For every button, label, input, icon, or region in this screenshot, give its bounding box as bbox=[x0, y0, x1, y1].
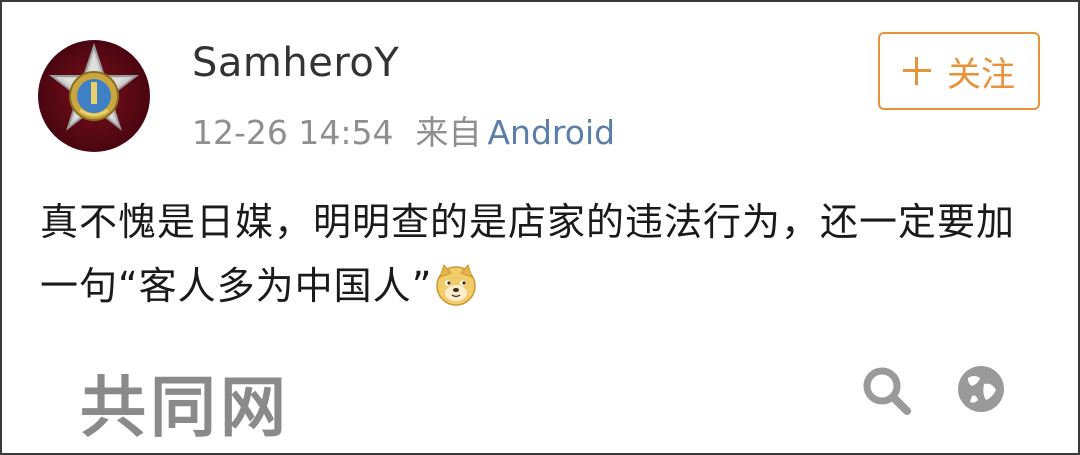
post-body: 真不愧是日媒，明明查的是店家的违法行为，还一定要加一句“客人多为中国人” bbox=[40, 190, 1050, 318]
avatar[interactable] bbox=[38, 40, 150, 152]
embedded-image-watermark: 共同网 bbox=[80, 369, 290, 446]
source-link[interactable]: Android bbox=[487, 113, 615, 152]
doge-icon bbox=[436, 264, 477, 306]
weibo-post-card: SamheroY 12-26 14:54 来自 Android 关注 真不愧是日媒，… bbox=[0, 0, 1080, 455]
globe-icon bbox=[958, 366, 1004, 412]
plus-icon bbox=[903, 57, 931, 85]
timestamp: 12-26 14:54 bbox=[192, 113, 394, 152]
follow-button[interactable]: 关注 bbox=[878, 32, 1040, 110]
post-text: 真不愧是日媒，明明查的是店家的违法行为，还一定要加一句“客人多为中国人” bbox=[40, 200, 1016, 308]
source-prefix: 来自 bbox=[415, 113, 482, 152]
order-medal-icon bbox=[49, 42, 139, 131]
follow-label: 关注 bbox=[947, 54, 1015, 95]
search-icon bbox=[863, 367, 911, 415]
username[interactable]: SamheroY bbox=[192, 40, 399, 86]
post-meta: 12-26 14:54 来自 Android bbox=[192, 106, 615, 154]
